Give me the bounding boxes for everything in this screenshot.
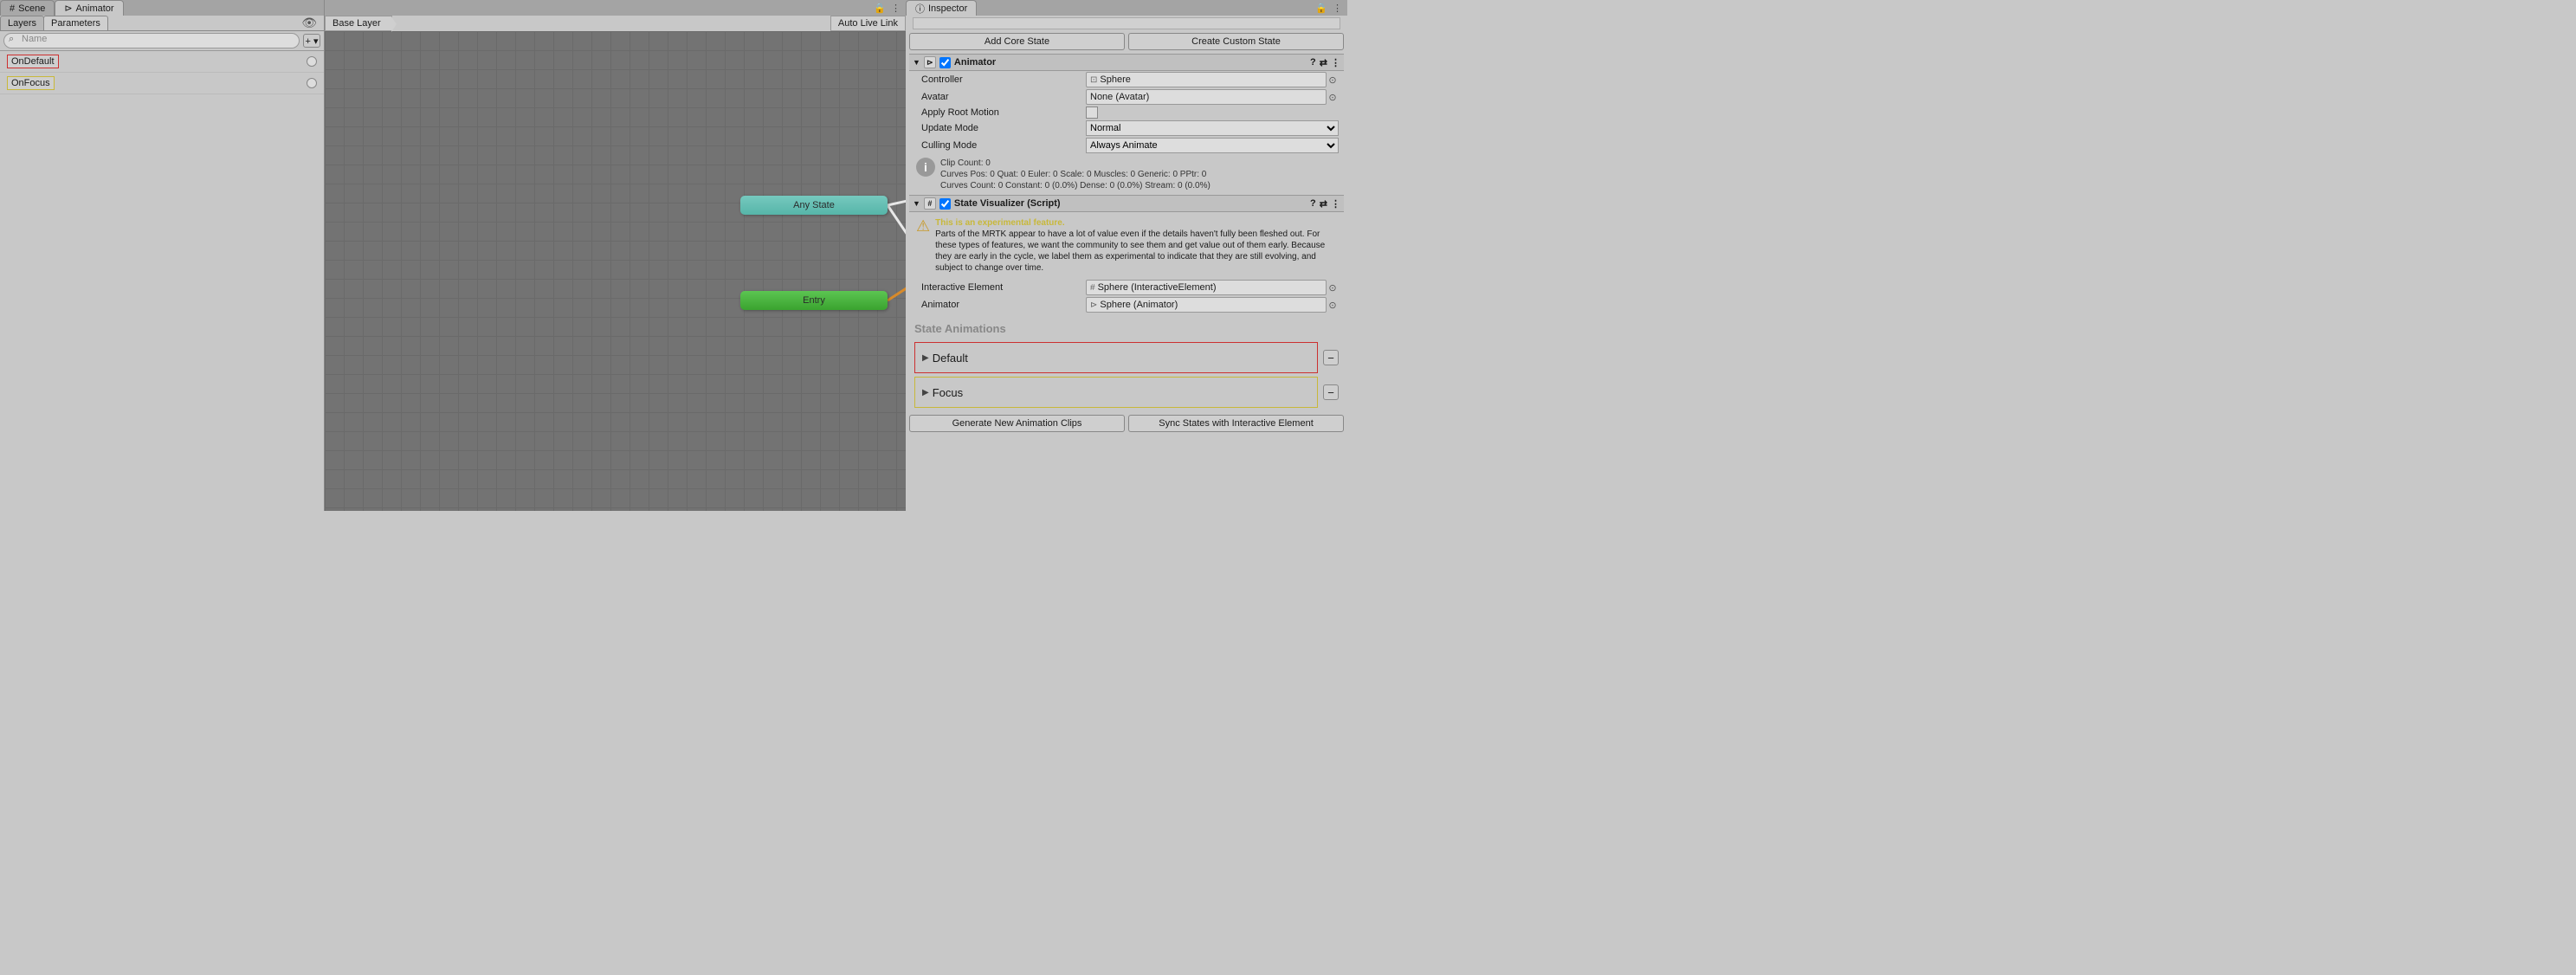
- param-toggle[interactable]: [307, 78, 317, 88]
- tab-inspector[interactable]: ⓘInspector: [906, 0, 977, 16]
- root-motion-checkbox[interactable]: [1086, 107, 1098, 119]
- warning-icon: ⚠: [916, 217, 930, 236]
- state-animations-header: State Animations: [909, 313, 1344, 339]
- culling-mode-select[interactable]: Always Animate: [1086, 138, 1339, 153]
- update-mode-select[interactable]: Normal: [1086, 120, 1339, 136]
- script-icon: #: [924, 197, 936, 210]
- subtab-layers[interactable]: Layers: [0, 16, 44, 31]
- animator-enabled-checkbox[interactable]: [939, 57, 951, 68]
- sync-states-button[interactable]: Sync States with Interactive Element: [1128, 415, 1344, 432]
- object-picker-icon[interactable]: ⊙: [1327, 92, 1339, 103]
- menu-icon[interactable]: ⋮: [891, 3, 901, 14]
- param-ondefault: OnDefault: [7, 55, 59, 68]
- visibility-icon[interactable]: 👁: [301, 16, 317, 30]
- update-mode-label: Update Mode: [921, 123, 1086, 133]
- culling-mode-label: Culling Mode: [921, 140, 1086, 151]
- avatar-label: Avatar: [921, 92, 1086, 102]
- tab-animator[interactable]: ⊳Animator: [55, 0, 123, 16]
- controller-field[interactable]: ⊡Sphere: [1086, 72, 1327, 87]
- state-default[interactable]: ▶Default: [914, 342, 1318, 373]
- component-title: Animator: [954, 57, 996, 68]
- avatar-field[interactable]: None (Avatar): [1086, 89, 1327, 105]
- param-row[interactable]: OnDefault: [0, 51, 324, 73]
- animator-graph[interactable]: Any State Entry Default Focus: [325, 31, 906, 511]
- add-core-state-button[interactable]: Add Core State: [909, 33, 1125, 50]
- state-focus[interactable]: ▶Focus: [914, 377, 1318, 408]
- animator-icon: ⊳: [924, 56, 936, 68]
- search-input[interactable]: Name: [3, 33, 300, 48]
- add-parameter-button[interactable]: + ▾: [303, 34, 320, 48]
- help-icon[interactable]: ?: [1310, 198, 1316, 209]
- lock-icon[interactable]: 🔒: [874, 3, 886, 14]
- animator-ref-label: Animator: [921, 300, 1086, 310]
- preset-icon[interactable]: ⇄: [1320, 57, 1327, 68]
- foldout-icon[interactable]: ▼: [913, 199, 920, 208]
- interactive-element-label: Interactive Element: [921, 282, 1086, 293]
- param-onfocus: OnFocus: [7, 76, 55, 90]
- controller-label: Controller: [921, 74, 1086, 85]
- generate-clips-button[interactable]: Generate New Animation Clips: [909, 415, 1125, 432]
- menu-icon[interactable]: ⋮: [1331, 198, 1340, 210]
- auto-live-link-button[interactable]: Auto Live Link: [830, 16, 906, 31]
- object-picker-icon[interactable]: ⊙: [1327, 74, 1339, 86]
- menu-icon[interactable]: ⋮: [1333, 3, 1342, 14]
- clip-info: Clip Count: 0 Curves Pos: 0 Quat: 0 Eule…: [940, 158, 1211, 191]
- experimental-note: This is an experimental feature. Parts o…: [935, 217, 1337, 274]
- remove-state-button[interactable]: −: [1323, 350, 1339, 365]
- breadcrumb-base-layer[interactable]: Base Layer: [325, 16, 392, 31]
- param-row[interactable]: OnFocus: [0, 73, 324, 94]
- info-icon: i: [916, 158, 935, 177]
- animator-ref-field[interactable]: ⊳Sphere (Animator): [1086, 297, 1327, 313]
- subtab-parameters[interactable]: Parameters: [43, 16, 108, 31]
- tab-scene[interactable]: #Scene: [0, 0, 55, 16]
- foldout-icon[interactable]: ▼: [913, 58, 920, 67]
- object-picker-icon[interactable]: ⊙: [1327, 282, 1339, 294]
- remove-state-button[interactable]: −: [1323, 384, 1339, 400]
- sv-enabled-checkbox[interactable]: [939, 198, 951, 210]
- preset-icon[interactable]: ⇄: [1320, 198, 1327, 210]
- node-entry[interactable]: Entry: [740, 291, 888, 310]
- menu-icon[interactable]: ⋮: [1331, 57, 1340, 68]
- object-picker-icon[interactable]: ⊙: [1327, 300, 1339, 311]
- create-custom-state-button[interactable]: Create Custom State: [1128, 33, 1344, 50]
- help-icon[interactable]: ?: [1310, 57, 1316, 68]
- interactive-element-field[interactable]: #Sphere (InteractiveElement): [1086, 280, 1327, 295]
- component-title: State Visualizer (Script): [954, 198, 1061, 209]
- node-any-state[interactable]: Any State: [740, 196, 888, 215]
- root-motion-label: Apply Root Motion: [921, 107, 1086, 118]
- lock-icon[interactable]: 🔒: [1315, 3, 1327, 14]
- param-toggle[interactable]: [307, 56, 317, 67]
